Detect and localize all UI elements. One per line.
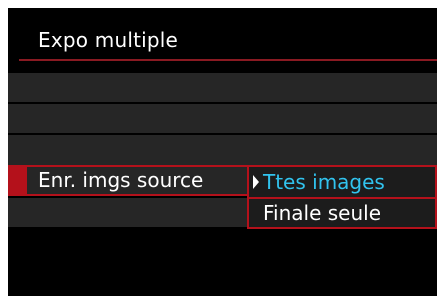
option-ttes-images[interactable]: Ttes images (263, 170, 385, 194)
option-divider (249, 197, 435, 199)
option-dropdown[interactable]: Ttes images Finale seule (247, 165, 437, 229)
option-finale-seule[interactable]: Finale seule (263, 201, 381, 225)
menu-title: Expo multiple (38, 28, 179, 52)
menu-item-label: Enr. imgs source (38, 168, 204, 192)
camera-menu-screen: Expo multiple Enr. imgs source Ttes imag… (8, 8, 437, 296)
title-underline (19, 59, 437, 61)
menu-row-2[interactable] (8, 104, 437, 133)
selection-marker (8, 165, 27, 196)
menu-row-1[interactable] (8, 73, 437, 102)
cursor-arrow-icon (253, 175, 259, 189)
menu-row-3[interactable] (8, 135, 437, 165)
